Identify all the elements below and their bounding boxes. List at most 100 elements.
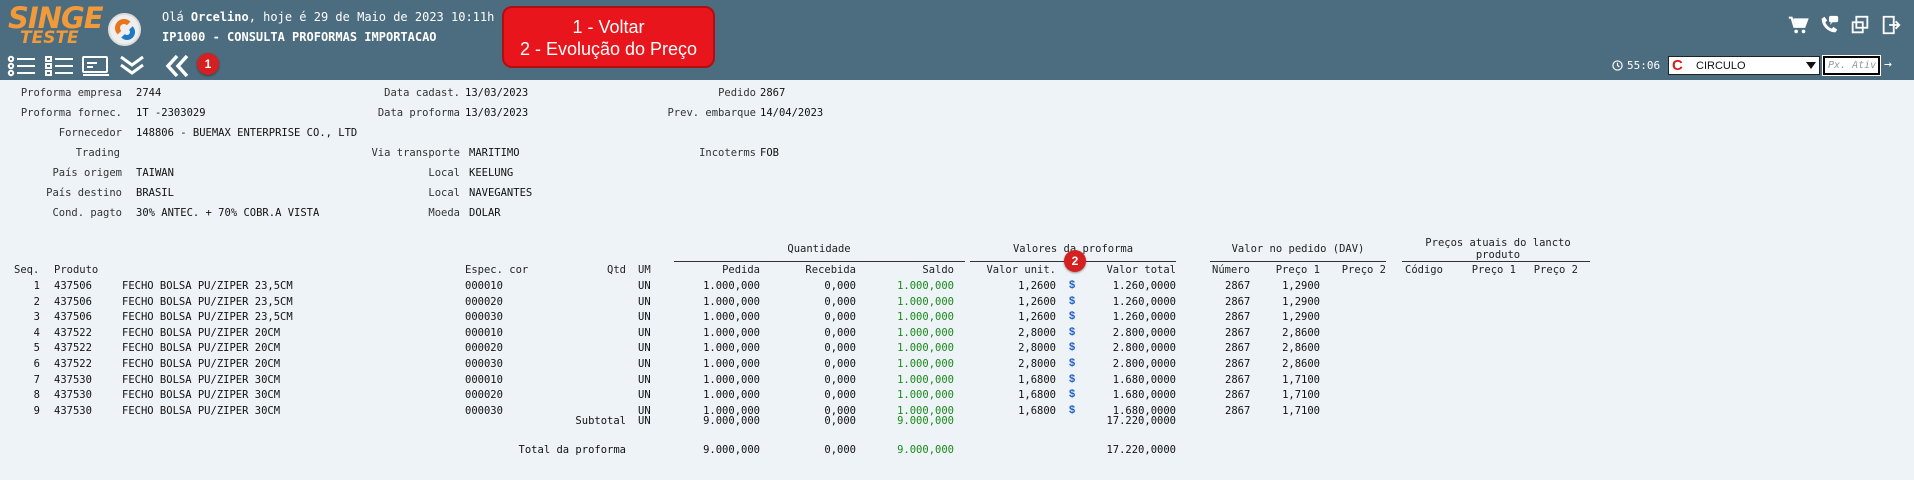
group-precos-atuais-underline <box>1402 261 1590 262</box>
cell-saldo: 1.000,000 <box>897 311 954 324</box>
main-content: Proforma empresa 2744 Proforma fornec. 1… <box>0 80 1914 480</box>
cell-numero: 2867 <box>1225 373 1251 386</box>
cell-seq: 7 <box>33 373 40 386</box>
cell-valor-unit: 2,8000 <box>1018 342 1056 355</box>
cell-um: UN <box>638 358 651 370</box>
cell-saldo: 1.000,000 <box>897 295 954 308</box>
col-valor-total: Valor total <box>1106 264 1176 276</box>
go-arrow-icon[interactable]: → <box>1884 58 1898 72</box>
cell-valor-unit: 1,6800 <box>1018 404 1056 417</box>
price-evolution-dollar-icon[interactable]: $ <box>1069 295 1075 307</box>
cell-espec-cor: 000030 <box>465 358 503 370</box>
cell-saldo: 1.000,000 <box>897 373 954 386</box>
callout-line1: 1 - Voltar <box>572 17 645 37</box>
cell-valor-total: 2.800,0000 <box>1112 342 1176 355</box>
moeda-label: Moeda <box>428 207 460 219</box>
price-evolution-dollar-icon[interactable]: $ <box>1069 341 1075 353</box>
group-valor-pedido-underline <box>1210 261 1386 262</box>
price-evolution-dollar-icon[interactable]: $ <box>1069 279 1075 291</box>
col-preco1-atual: Preço 1 <box>1471 264 1516 276</box>
back-icon[interactable] <box>165 54 195 78</box>
cell-numero: 2867 <box>1225 342 1251 355</box>
top-icons <box>1787 14 1902 36</box>
proforma-fornec-value: 1T -2303029 <box>136 107 206 119</box>
subtotal-label: Subtotal <box>575 415 626 427</box>
card-icon[interactable] <box>81 54 111 78</box>
cell-pedida: 1.000,000 <box>703 326 760 339</box>
subtotal-recebida: 0,000 <box>824 415 856 427</box>
cell-produto-codigo: 437522 <box>54 358 92 370</box>
pais-destino-value: BRASIL <box>136 187 174 199</box>
company-select-value: CIRCULO <box>1696 60 1746 72</box>
cell-pedida: 1.000,000 <box>703 280 760 292</box>
greeting-date: , hoje é 29 de Maio de 2023 10:11h <box>248 10 495 24</box>
via-transporte-value: MARITIMO <box>469 147 520 159</box>
col-espec-cor: Espec. cor <box>465 264 529 276</box>
price-evolution-dollar-icon[interactable]: $ <box>1069 357 1075 369</box>
cell-valor-total: 2.800,0000 <box>1112 358 1176 370</box>
cond-pagto-value: 30% ANTEC. + 70% COBR.A VISTA <box>136 207 320 219</box>
clock-icon <box>1612 60 1623 71</box>
total-label: Total da proforma <box>518 444 626 456</box>
pedido-value: 2867 <box>760 87 786 99</box>
app-logo[interactable]: SINGE TESTE <box>8 4 104 48</box>
cell-produto-descricao: FECHO BOLSA PU/ZIPER 20CM <box>122 342 281 355</box>
data-cadast-label: Data cadast. <box>384 87 460 99</box>
price-evolution-dollar-icon[interactable]: $ <box>1069 326 1075 338</box>
phone-chat-icon[interactable] <box>1818 14 1840 36</box>
col-preco1: Preço 1 <box>1275 264 1320 276</box>
cell-numero: 2867 <box>1225 295 1251 308</box>
cell-seq: 3 <box>33 311 40 324</box>
trading-label: Trading <box>75 147 120 159</box>
cell-produto-descricao: FECHO BOLSA PU/ZIPER 20CM <box>122 326 281 339</box>
group-quantidade-underline <box>674 261 965 262</box>
col-seq: Seq. <box>14 264 40 276</box>
windows-icon[interactable] <box>1849 14 1871 36</box>
cell-espec-cor: 000020 <box>465 295 503 308</box>
price-evolution-dollar-icon[interactable]: $ <box>1069 404 1075 416</box>
cell-produto-descricao: FECHO BOLSA PU/ZIPER 23,5CM <box>122 311 293 324</box>
company-logo-icon: C <box>1672 57 1683 74</box>
program-input[interactable] <box>1822 55 1881 76</box>
cell-preco1: 2,8600 <box>1282 358 1320 370</box>
cell-produto-codigo: 437506 <box>54 295 92 308</box>
prev-embarque-value: 14/04/2023 <box>760 107 824 119</box>
timer-value: 55:06 <box>1627 59 1661 72</box>
col-qtd: Qtd <box>607 264 626 276</box>
cell-preco1: 1,7100 <box>1282 404 1320 417</box>
callout-box: 1 - Voltar 2 - Evolução do Preço <box>502 6 715 68</box>
cell-um: UN <box>638 280 651 292</box>
via-transporte-label: Via transporte <box>371 147 460 159</box>
pais-origem-label: País origem <box>52 167 122 179</box>
logo-line2: TESTE <box>20 28 79 48</box>
chevron-down-icon[interactable] <box>1806 62 1816 69</box>
top-bar: SINGE TESTE Olá Orcelino, hoje é 29 de M… <box>0 0 1914 51</box>
cart-icon[interactable] <box>1787 14 1809 36</box>
cell-recebida: 0,000 <box>824 280 856 292</box>
price-evolution-dollar-icon[interactable]: $ <box>1069 388 1075 400</box>
checklist-icon[interactable] <box>45 54 75 78</box>
data-cadast-value: 13/03/2023 <box>465 87 529 99</box>
price-evolution-dollar-icon[interactable]: $ <box>1069 373 1075 385</box>
cell-um: UN <box>638 373 651 386</box>
callout-badge-2: 2 <box>1064 250 1086 272</box>
exit-icon[interactable] <box>1880 14 1902 36</box>
col-numero: Número <box>1212 264 1250 276</box>
group-quantidade: Quantidade <box>787 243 851 255</box>
toolbar: 1 55:06 C CIRCULO → <box>0 51 1914 80</box>
col-preco2-atual: Preço 2 <box>1533 264 1578 276</box>
double-chevron-down-icon[interactable] <box>117 54 147 78</box>
company-select[interactable]: C CIRCULO <box>1668 56 1820 75</box>
price-evolution-dollar-icon[interactable]: $ <box>1069 310 1075 322</box>
screen-title: IP1000 - CONSULTA PROFORMAS IMPORTACAO <box>162 30 437 44</box>
cell-pedida: 1.000,000 <box>703 373 760 386</box>
list-icon[interactable] <box>7 54 37 78</box>
cell-preco1: 1,7100 <box>1282 373 1320 386</box>
cell-produto-descricao: FECHO BOLSA PU/ZIPER 30CM <box>122 373 281 386</box>
proforma-empresa-label: Proforma empresa <box>20 87 122 99</box>
cell-seq: 9 <box>33 404 40 417</box>
cell-espec-cor: 000030 <box>465 311 503 324</box>
cell-valor-unit: 2,8000 <box>1018 358 1056 370</box>
total-saldo: 9.000,000 <box>897 444 954 456</box>
cell-saldo: 1.000,000 <box>897 326 954 339</box>
